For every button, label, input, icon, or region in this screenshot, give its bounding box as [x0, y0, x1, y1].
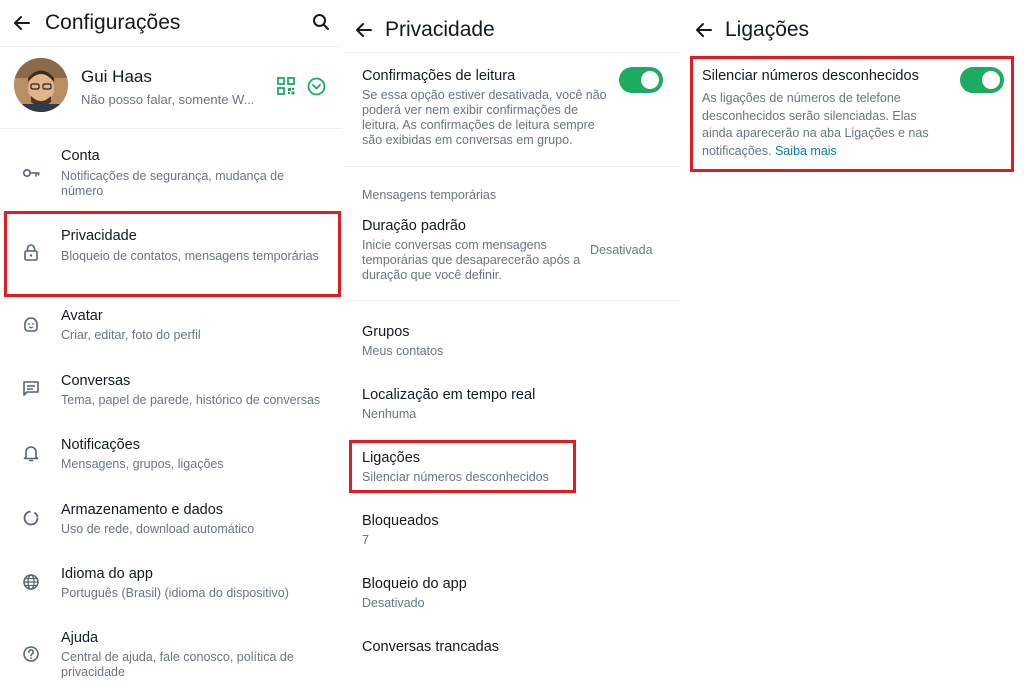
profile-status: Não posso falar, somente W...	[81, 92, 255, 107]
page-title: Configurações	[45, 11, 181, 34]
item-subtitle: Mensagens, grupos, ligações	[61, 457, 224, 471]
search-icon[interactable]	[312, 13, 330, 31]
globe-icon	[23, 574, 39, 590]
settings-item-storage[interactable]: Armazenamento e dados Uso de rede, downl…	[0, 496, 342, 546]
item-label: Ajuda	[61, 630, 99, 646]
back-arrow-icon[interactable]	[354, 20, 374, 40]
app-lock-row[interactable]: Bloqueio do app Desativado	[344, 570, 680, 618]
settings-item-avatar[interactable]: Avatar Criar, editar, foto do perfil	[0, 302, 342, 352]
settings-item-language[interactable]: Idioma do app Português (Brasil) (idioma…	[0, 561, 342, 611]
calls-panel: Ligações Silenciar números desconhecidos…	[684, 0, 1024, 683]
row-label: Duração padrão	[362, 218, 466, 234]
highlight-box-calls	[349, 440, 576, 493]
item-label: Avatar	[61, 308, 103, 324]
page-title: Ligações	[725, 18, 810, 41]
settings-panel: Configurações Gui Haas Não posso falar, …	[0, 0, 342, 683]
highlight-box-silence	[690, 56, 1014, 172]
row-subtitle: Desativado	[362, 596, 425, 610]
row-label: Confirmações de leitura	[362, 68, 516, 84]
qr-code-icon[interactable]	[277, 77, 295, 95]
row-label: Localização em tempo real	[362, 387, 536, 403]
item-label: Notificações	[61, 437, 140, 453]
row-label: Bloqueio do app	[362, 576, 467, 592]
row-value: Desativada	[590, 243, 653, 257]
row-subtitle: Meus contatos	[362, 344, 444, 358]
live-location-row[interactable]: Localização em tempo real Nenhuma	[344, 381, 680, 429]
settings-item-chats[interactable]: Conversas Tema, papel de parede, históri…	[0, 367, 342, 417]
read-receipts-row[interactable]: Confirmações de leitura Se essa opção es…	[344, 60, 680, 160]
privacy-panel: Privacidade Confirmações de leitura Se e…	[344, 0, 680, 683]
row-subtitle: Se essa opção estiver desativada, você n…	[362, 88, 607, 147]
help-icon	[23, 646, 39, 662]
read-receipts-toggle[interactable]	[619, 67, 663, 93]
chevron-down-circle-icon[interactable]	[307, 77, 326, 96]
item-subtitle: Criar, editar, foto do perfil	[61, 328, 201, 342]
profile-name: Gui Haas	[81, 67, 152, 86]
item-subtitle: Uso de rede, download automático	[61, 522, 255, 536]
avatar-icon	[24, 317, 38, 332]
blocked-row[interactable]: Bloqueados 7	[344, 507, 680, 555]
bell-icon	[23, 446, 39, 462]
highlight-box-privacy	[4, 211, 341, 297]
groups-row[interactable]: Grupos Meus contatos	[344, 318, 680, 366]
storage-icon	[23, 510, 39, 526]
locked-chats-row[interactable]: Conversas trancadas	[344, 633, 680, 673]
settings-item-account[interactable]: Conta Notificações de segurança, mudança…	[0, 140, 342, 204]
item-label: Conversas	[61, 373, 131, 389]
default-duration-row[interactable]: Duração padrão Inicie conversas com mens…	[344, 212, 680, 292]
item-subtitle: Português (Brasil) (idioma do dispositiv…	[61, 586, 289, 600]
page-title: Privacidade	[385, 18, 495, 41]
item-label: Conta	[61, 148, 100, 164]
chat-icon	[23, 381, 39, 396]
key-icon	[22, 169, 40, 178]
item-label: Armazenamento e dados	[61, 502, 224, 518]
settings-item-notifications[interactable]: Notificações Mensagens, grupos, ligações	[0, 431, 342, 481]
row-label: Bloqueados	[362, 513, 439, 529]
back-arrow-icon[interactable]	[694, 20, 714, 40]
avatar[interactable]	[14, 58, 68, 112]
item-subtitle: Central de ajuda, fale conosco, política…	[61, 650, 294, 679]
row-label: Conversas trancadas	[362, 639, 500, 655]
item-subtitle: Tema, papel de parede, histórico de conv…	[61, 393, 321, 407]
row-subtitle: Nenhuma	[362, 407, 417, 421]
section-header-temporary: Mensagens temporárias	[362, 188, 497, 202]
item-subtitle: Notificações de segurança, mudança de nú…	[61, 169, 285, 198]
row-label: Grupos	[362, 324, 410, 340]
row-subtitle: Inicie conversas com mensagens temporári…	[362, 238, 581, 282]
item-label: Idioma do app	[61, 566, 153, 582]
row-subtitle: 7	[362, 533, 369, 547]
back-arrow-icon[interactable]	[12, 13, 32, 33]
settings-item-help[interactable]: Ajuda Central de ajuda, fale conosco, po…	[0, 625, 342, 683]
